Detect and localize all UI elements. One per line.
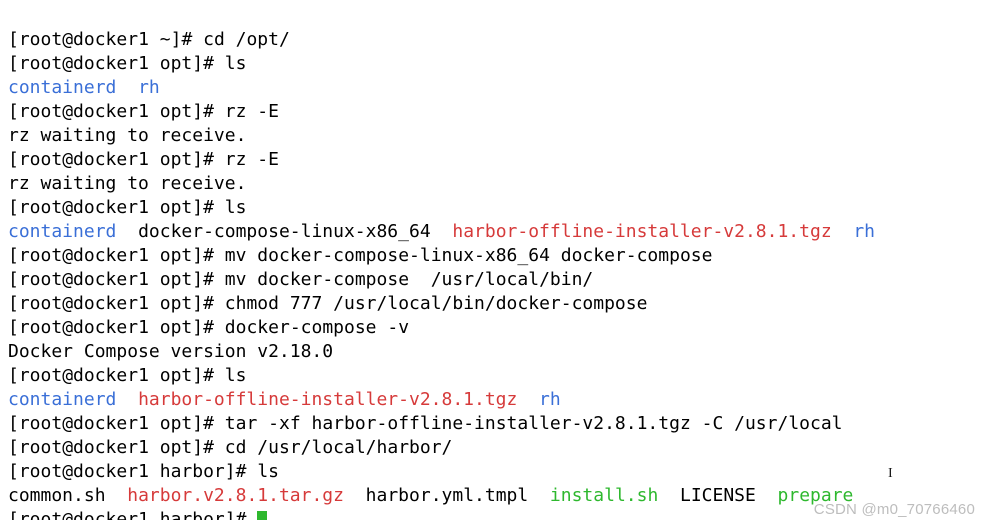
- terminal-line: [root@docker1 harbor]#: [8, 509, 267, 520]
- terminal-line: [root@docker1 opt]# rz -E: [8, 149, 279, 170]
- terminal-line: [root@docker1 opt]# ls: [8, 197, 246, 218]
- cursor-icon: [257, 511, 267, 520]
- ls-output: containerd docker-compose-linux-x86_64 h…: [8, 221, 875, 242]
- dir-entry: rh: [539, 389, 561, 410]
- dir-entry: containerd: [8, 221, 116, 242]
- exec-entry: install.sh: [550, 485, 658, 506]
- terminal-line: [root@docker1 ~]# cd /opt/: [8, 29, 290, 50]
- dir-entry: rh: [853, 221, 875, 242]
- dir-entry: rh: [138, 77, 160, 98]
- dir-entry: containerd: [8, 389, 116, 410]
- terminal-line: [root@docker1 opt]# mv docker-compose /u…: [8, 269, 593, 290]
- terminal-line: [root@docker1 harbor]# ls: [8, 461, 279, 482]
- terminal-line: rz waiting to receive.: [8, 173, 246, 194]
- terminal-output[interactable]: [root@docker1 ~]# cd /opt/ [root@docker1…: [0, 0, 989, 520]
- terminal-line: [root@docker1 opt]# ls: [8, 53, 246, 74]
- archive-entry: harbor.v2.8.1.tar.gz: [127, 485, 344, 506]
- dir-entry: containerd: [8, 77, 116, 98]
- archive-entry: harbor-offline-installer-v2.8.1.tgz: [138, 389, 517, 410]
- file-entry: LICENSE: [680, 485, 756, 506]
- text-cursor-icon: I: [888, 462, 893, 486]
- terminal-line: [root@docker1 opt]# cd /usr/local/harbor…: [8, 437, 452, 458]
- file-entry: docker-compose-linux-x86_64: [138, 221, 431, 242]
- terminal-line: rz waiting to receive.: [8, 125, 246, 146]
- file-entry: common.sh: [8, 485, 106, 506]
- terminal-line: [root@docker1 opt]# ls: [8, 365, 246, 386]
- terminal-line: [root@docker1 opt]# mv docker-compose-li…: [8, 245, 712, 266]
- archive-entry: harbor-offline-installer-v2.8.1.tgz: [452, 221, 831, 242]
- terminal-line: Docker Compose version v2.18.0: [8, 341, 333, 362]
- terminal-line: [root@docker1 opt]# tar -xf harbor-offli…: [8, 413, 843, 434]
- terminal-line: [root@docker1 opt]# docker-compose -v: [8, 317, 409, 338]
- terminal-line: [root@docker1 opt]# chmod 777 /usr/local…: [8, 293, 647, 314]
- ls-output: containerd rh: [8, 77, 160, 98]
- ls-output: common.sh harbor.v2.8.1.tar.gz harbor.ym…: [8, 485, 853, 506]
- ls-output: containerd harbor-offline-installer-v2.8…: [8, 389, 561, 410]
- watermark-text: CSDN @m0_70766460: [814, 501, 975, 518]
- file-entry: harbor.yml.tmpl: [366, 485, 529, 506]
- terminal-line: [root@docker1 opt]# rz -E: [8, 101, 279, 122]
